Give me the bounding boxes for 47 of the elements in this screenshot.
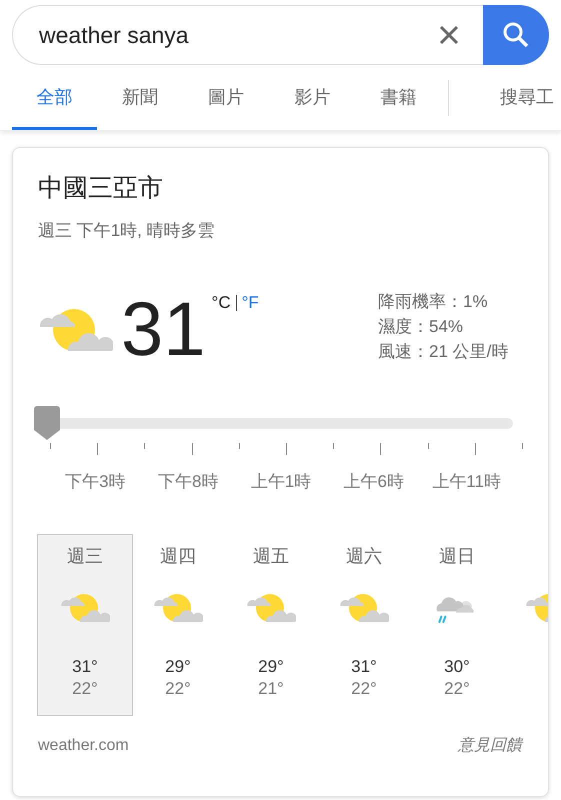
forecast-day[interactable]: 週四 29° 22° — [130, 534, 226, 716]
detail-text: 風速：21 公里/時 — [378, 341, 508, 363]
time-slider[interactable] — [34, 406, 513, 440]
high-temperature: 30° — [444, 656, 470, 678]
day-label: 週六 — [346, 545, 382, 568]
tab[interactable]: 全部 — [12, 82, 97, 130]
low-temperature: 21° — [258, 678, 284, 700]
tab[interactable]: 新聞 — [96, 82, 184, 130]
source-link[interactable]: weather.com — [38, 734, 129, 758]
high-temperature: 31° — [351, 656, 377, 678]
tab[interactable]: 圖片 — [183, 82, 270, 130]
slider-thumb[interactable] — [34, 406, 60, 440]
unit-toggle[interactable]: °C — [212, 290, 231, 316]
date-condition-text: 週三 下午1時, 晴時多雲 — [38, 220, 215, 242]
low-temperature: 22° — [165, 678, 191, 700]
tab[interactable]: 搜尋工 — [474, 82, 561, 130]
search-button[interactable] — [483, 5, 549, 65]
day-label: 週日 — [439, 545, 475, 568]
time-label: 上午6時 — [344, 471, 404, 493]
day-label: 週三 — [67, 545, 103, 568]
time-label: 下午3時 — [65, 471, 126, 493]
tab[interactable]: 書籍 — [356, 82, 442, 130]
day-label: 週四 — [160, 545, 196, 568]
low-temperature: 22° — [72, 678, 98, 700]
forecast-day[interactable]: 週三 31° 22° — [37, 534, 133, 716]
high-temperature: 29° — [165, 656, 191, 678]
low-temperature: 22° — [444, 678, 470, 700]
time-label: 下午8時 — [158, 471, 218, 493]
search-icon — [502, 21, 530, 49]
unit-toggle[interactable]: °F — [242, 290, 259, 316]
tab[interactable]: 影片 — [269, 82, 356, 130]
day-label: 週五 — [253, 545, 289, 568]
forecast-day[interactable]: 週六 31° 22° — [316, 534, 412, 716]
high-temperature: 29° — [258, 656, 284, 678]
feedback-link[interactable]: 意見回饋 — [458, 734, 522, 758]
temperature: 31 — [121, 292, 206, 368]
search-field[interactable]: weather sanya — [12, 5, 439, 65]
high-temperature: 31° — [72, 656, 98, 678]
forecast-day[interactable]: 週五 29° 21° — [223, 534, 319, 716]
detail-text: 降雨機率：1% — [378, 291, 489, 313]
time-label: 上午11時 — [432, 471, 501, 493]
forecast-day[interactable]: 週日 30° 22° — [409, 534, 505, 716]
detail-text: 濕度：54% — [378, 316, 464, 338]
time-label: 上午1時 — [250, 471, 312, 493]
low-temperature: 22° — [351, 678, 377, 700]
clear-icon[interactable] — [439, 25, 459, 45]
location-title: 中國三亞市 — [38, 173, 163, 204]
